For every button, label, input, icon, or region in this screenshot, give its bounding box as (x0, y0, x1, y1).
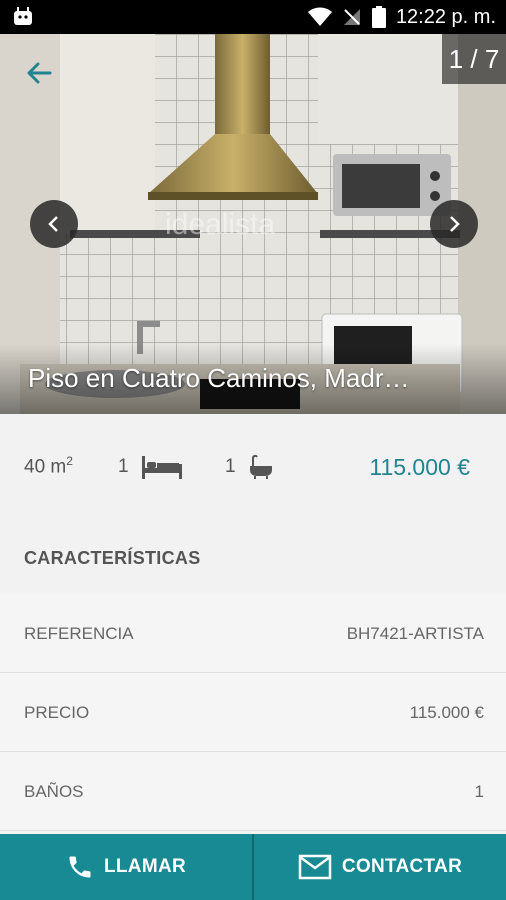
rooms-spec: 1 (118, 454, 183, 480)
contact-label: CONTACTAR (341, 856, 463, 877)
action-bar: LLAMAR CONTACTAR (0, 834, 506, 900)
status-bar: 12:22 p. m. (0, 0, 506, 34)
photo-gallery[interactable]: idealista 1 / 7 Piso en Cuatro Caminos, … (0, 34, 506, 414)
listing-price: 115.000 € (369, 454, 470, 480)
next-photo-button[interactable] (430, 200, 478, 248)
chevron-left-icon (48, 216, 58, 232)
area-value: 40 m (24, 456, 67, 478)
bed-icon (141, 456, 182, 479)
contact-button[interactable]: CONTACTAR (254, 834, 506, 900)
row-value: 115.000 € (409, 703, 484, 722)
android-debug-icon (14, 7, 32, 25)
baths-count: 1 (225, 456, 236, 477)
bathtub-icon (249, 454, 272, 479)
no-signal-icon (343, 9, 360, 25)
clock: 12:22 p. m. (395, 5, 496, 28)
watermark-text: idealista (165, 208, 275, 241)
photo-counter: 1 / 7 (442, 34, 506, 84)
call-button[interactable]: LLAMAR (0, 834, 252, 900)
call-label: LLAMAR (103, 856, 186, 877)
area-spec: 40 m2 (24, 454, 73, 478)
row-value: 1 (474, 782, 484, 801)
battery-icon (371, 6, 386, 28)
characteristic-row-baths: BAÑOS 1 (0, 752, 506, 831)
characteristic-row-price: PRECIO 115.000 € (0, 673, 506, 752)
listing-title: Piso en Cuatro Caminos, Madr… (28, 363, 410, 393)
row-label: REFERENCIA (24, 624, 134, 643)
characteristics-title: CARACTERÍSTICAS (24, 548, 201, 568)
mail-icon (298, 854, 332, 880)
wifi-icon (307, 7, 332, 26)
chevron-right-icon (450, 216, 460, 232)
area-unit: 2 (66, 454, 73, 468)
listing-specs: 40 m2 1 1 115.000 € (0, 414, 506, 517)
previous-photo-button[interactable] (30, 200, 78, 248)
characteristic-row-reference: REFERENCIA BH7421-ARTISTA (0, 594, 506, 673)
characteristics-header: CARACTERÍSTICAS (0, 516, 506, 595)
row-label: BAÑOS (24, 782, 84, 801)
baths-spec: 1 (225, 454, 274, 480)
arrow-left-icon[interactable] (22, 56, 56, 90)
rooms-count: 1 (118, 456, 129, 477)
phone-icon (69, 856, 91, 878)
row-value: BH7421-ARTISTA (346, 624, 484, 643)
row-label: PRECIO (24, 703, 90, 722)
